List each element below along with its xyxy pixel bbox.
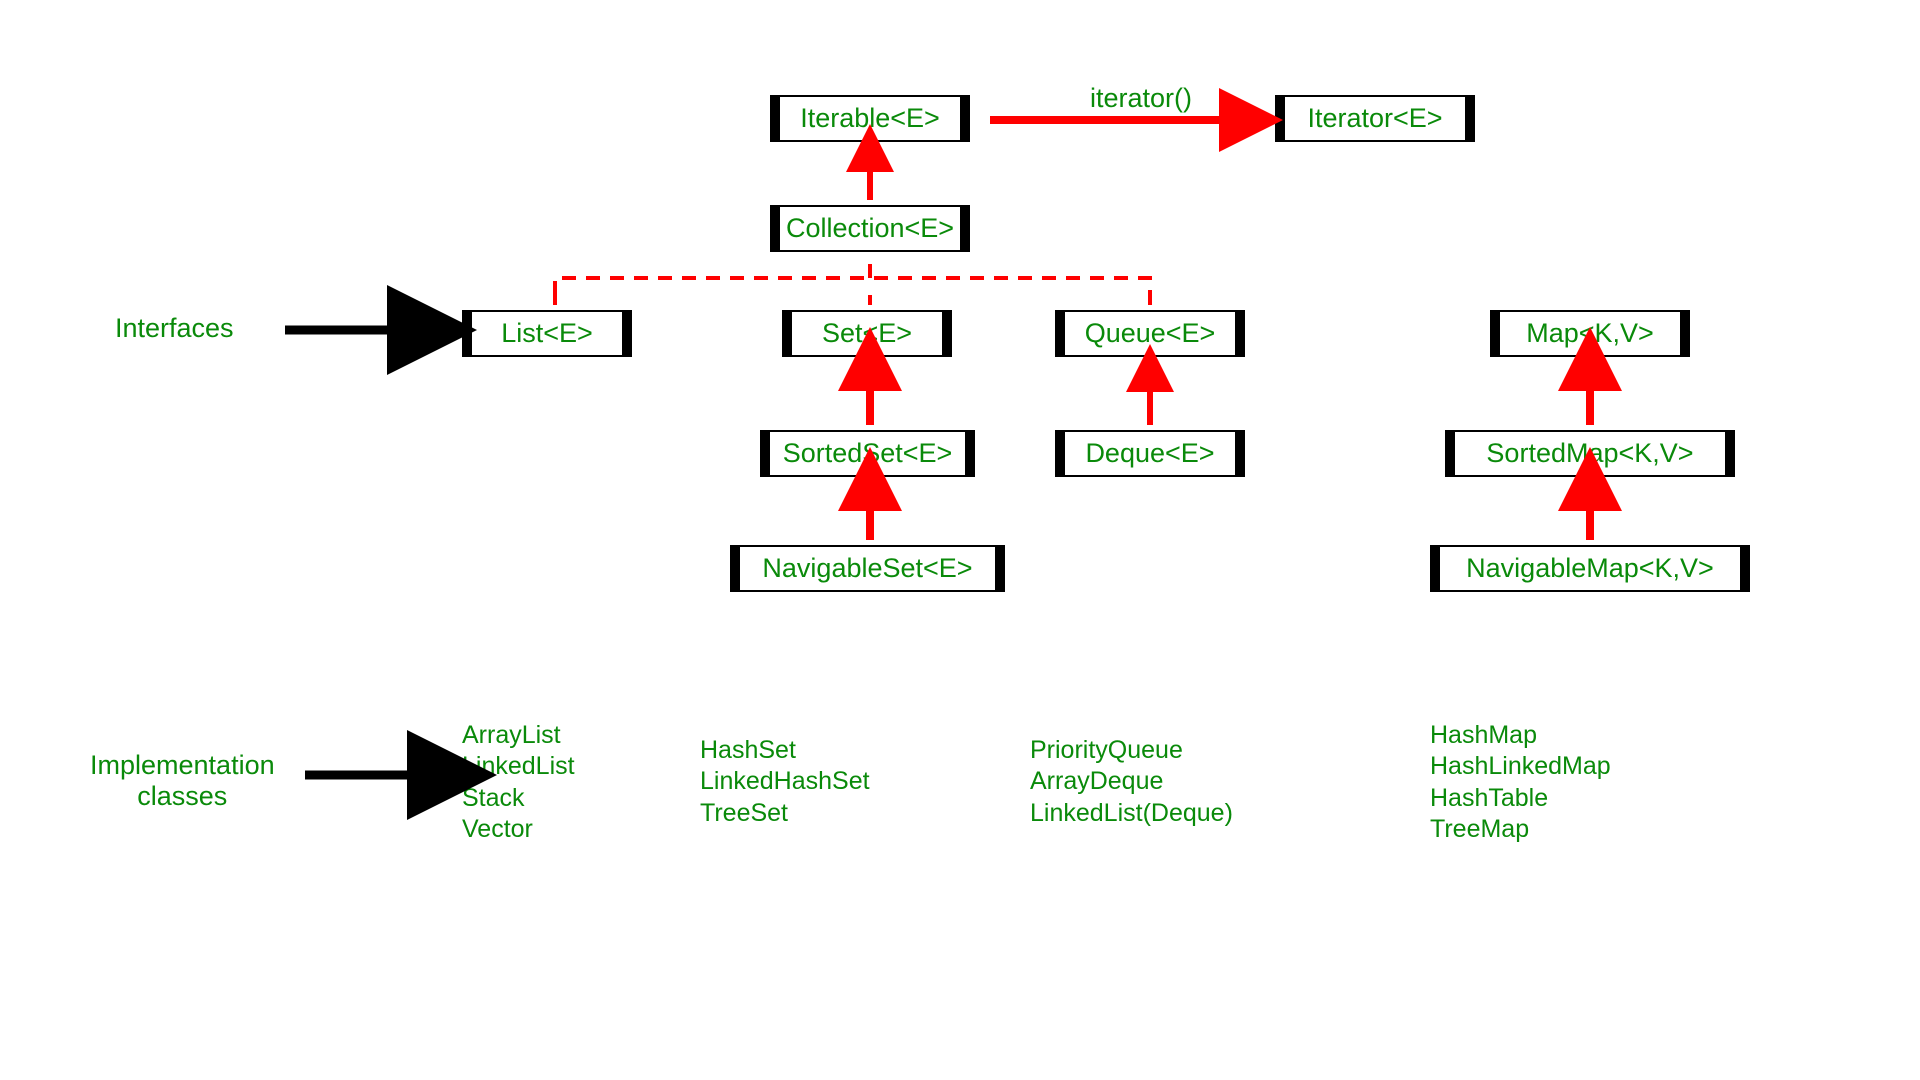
impl-set: HashSet LinkedHashSet TreeSet	[700, 735, 870, 829]
interfaces-label: Interfaces	[115, 313, 234, 344]
sortedset-box: SortedSet<E>	[760, 430, 975, 477]
navigablemap-box: NavigableMap<K,V>	[1430, 545, 1750, 592]
collection-box: Collection<E>	[770, 205, 970, 252]
impl-item: TreeMap	[1430, 814, 1611, 845]
set-box: Set<E>	[782, 310, 952, 357]
impl-item: PriorityQueue	[1030, 735, 1233, 766]
arrows-overlay	[0, 0, 1920, 1080]
iterator-box: Iterator<E>	[1275, 95, 1475, 142]
impl-item: HashMap	[1430, 720, 1611, 751]
queue-box: Queue<E>	[1055, 310, 1245, 357]
impl-item: Vector	[462, 814, 575, 845]
impl-item: ArrayDeque	[1030, 766, 1233, 797]
impl-item: HashSet	[700, 735, 870, 766]
collection-fanout-dashed	[555, 255, 1150, 295]
impl-item: HashTable	[1430, 783, 1611, 814]
deque-box: Deque<E>	[1055, 430, 1245, 477]
implementation-classes-label: Implementation classes	[90, 750, 275, 812]
impl-item: HashLinkedMap	[1430, 751, 1611, 782]
impl-list: ArrayList LinkedList Stack Vector	[462, 720, 575, 845]
impl-item: LinkedList	[462, 751, 575, 782]
iterable-box: Iterable<E>	[770, 95, 970, 142]
impl-item: LinkedList(Deque)	[1030, 798, 1233, 829]
sortedmap-box: SortedMap<K,V>	[1445, 430, 1735, 477]
impl-item: LinkedHashSet	[700, 766, 870, 797]
list-box: List<E>	[462, 310, 632, 357]
impl-item: ArrayList	[462, 720, 575, 751]
impl-item: TreeSet	[700, 798, 870, 829]
navigableset-box: NavigableSet<E>	[730, 545, 1005, 592]
map-box: Map<K,V>	[1490, 310, 1690, 357]
impl-item: Stack	[462, 783, 575, 814]
impl-queue: PriorityQueue ArrayDeque LinkedList(Dequ…	[1030, 735, 1233, 829]
impl-map: HashMap HashLinkedMap HashTable TreeMap	[1430, 720, 1611, 845]
iterator-method-label: iterator()	[1090, 83, 1192, 114]
